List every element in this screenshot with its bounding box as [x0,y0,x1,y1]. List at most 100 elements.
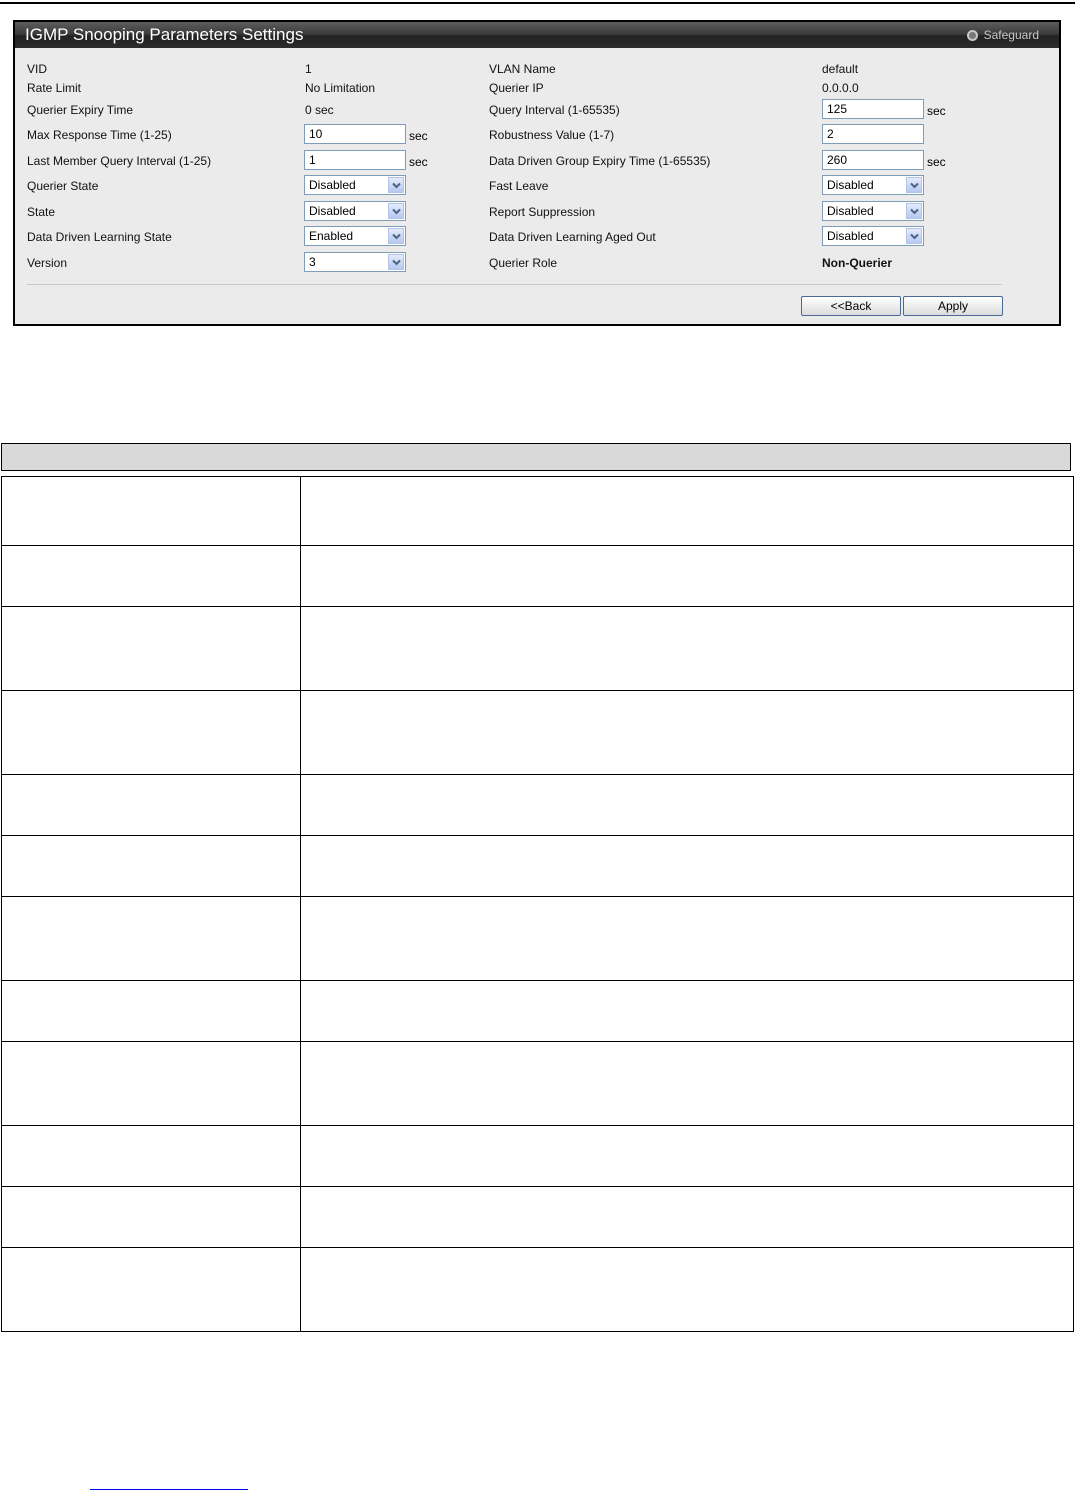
query-interval-unit: sec [927,104,946,118]
rate-limit-label: Rate Limit [27,81,82,95]
table-row [1,1041,1074,1126]
last-member-query-interval-input[interactable] [304,150,406,170]
querier-state-label: Querier State [27,179,99,193]
querier-ip-value: 0.0.0.0 [822,81,859,95]
last-member-query-interval-label: Last Member Query Interval (1-25) [27,154,212,168]
fast-leave-select[interactable]: Disabled [822,175,924,195]
table-cell-description [300,980,1074,1042]
table-row [1,606,1074,691]
igmp-snooping-parameters-panel: IGMP Snooping Parameters Settings Safegu… [13,20,1061,326]
table-cell-parameter [1,690,301,775]
table-cell-description [300,1186,1074,1248]
rate-limit-value: No Limitation [305,81,376,95]
back-button[interactable]: <<Back [801,296,901,316]
report-suppression-selected: Disabled [827,204,874,218]
description-table [1,476,1074,1332]
fast-leave-selected: Disabled [827,178,874,192]
table-row [1,835,1074,897]
chevron-down-icon[interactable] [388,254,404,270]
state-select[interactable]: Disabled [304,201,406,221]
data-driven-learning-aged-out-select[interactable]: Disabled [822,226,924,246]
report-suppression-select[interactable]: Disabled [822,201,924,221]
data-driven-group-expiry-time-input[interactable] [822,150,924,170]
querier-expiry-time-label: Querier Expiry Time [27,103,134,117]
table-cell-parameter [1,774,301,836]
robustness-value-input[interactable] [822,124,924,144]
table-cell-description [300,690,1074,775]
safeguard-indicator: Safeguard [966,28,1039,42]
data-driven-learning-aged-out-selected: Disabled [827,229,874,243]
table-cell-parameter [1,1125,301,1187]
vlan-name-value: default [822,62,859,76]
data-driven-learning-state-selected: Enabled [309,229,354,243]
vid-label: VID [27,62,48,76]
table-row [1,1247,1074,1332]
table-cell-description [300,835,1074,897]
version-selected: 3 [309,255,316,269]
table-row [1,1125,1074,1187]
table-row [1,896,1074,981]
panel-divider [27,284,1002,285]
apply-button[interactable]: Apply [903,296,1003,316]
table-cell-description [300,1041,1074,1126]
table-cell-parameter [1,1041,301,1126]
panel-header: IGMP Snooping Parameters Settings Safegu… [15,22,1059,48]
chevron-down-icon[interactable] [906,177,922,193]
data-driven-learning-state-select[interactable]: Enabled [304,226,406,246]
querier-role-value: Non-Querier [822,256,893,270]
report-suppression-label: Report Suppression [489,205,596,219]
querier-state-select[interactable]: Disabled [304,175,406,195]
querier-role-label: Querier Role [489,256,558,270]
table-row [1,545,1074,607]
state-label: State [27,205,56,219]
table-cell-description [300,1125,1074,1187]
table-cell-parameter [1,606,301,691]
version-label: Version [27,256,68,270]
querier-expiry-time-value: 0 sec [305,103,334,117]
last-member-query-interval-unit: sec [409,155,428,169]
table-cell-parameter [1,1247,301,1332]
version-select[interactable]: 3 [304,252,406,272]
table-cell-parameter [1,545,301,607]
query-interval-label: Query Interval (1-65535) [489,103,620,117]
table-cell-parameter [1,896,301,981]
table-cell-description [300,606,1074,691]
page-top-rule [0,2,1075,4]
querier-ip-label: Querier IP [489,81,544,95]
table-cell-parameter [1,1186,301,1248]
table-row [1,476,1074,546]
robustness-value-label: Robustness Value (1-7) [489,128,615,142]
chevron-down-icon[interactable] [906,228,922,244]
chevron-down-icon[interactable] [388,228,404,244]
vlan-name-label: VLAN Name [489,62,556,76]
footer-link-underline[interactable] [90,1489,248,1490]
safeguard-label: Safeguard [983,28,1039,42]
max-response-time-input[interactable] [304,124,406,144]
table-cell-parameter [1,980,301,1042]
vid-value: 1 [305,62,312,76]
chevron-down-icon[interactable] [388,177,404,193]
max-response-time-label: Max Response Time (1-25) [27,128,172,142]
table-row [1,1186,1074,1248]
table-cell-parameter [1,835,301,897]
querier-state-selected: Disabled [309,178,356,192]
chevron-down-icon[interactable] [906,203,922,219]
state-selected: Disabled [309,204,356,218]
circle-indicator-icon [966,29,978,41]
table-cell-description [300,545,1074,607]
chevron-down-icon[interactable] [388,203,404,219]
query-interval-input[interactable] [822,99,924,119]
table-row [1,774,1074,836]
table-cell-description [300,896,1074,981]
data-driven-learning-state-label: Data Driven Learning State [27,230,172,244]
data-driven-group-expiry-time-label: Data Driven Group Expiry Time (1-65535) [489,154,711,168]
fast-leave-label: Fast Leave [489,179,549,193]
table-cell-description [300,1247,1074,1332]
table-cell-parameter [1,476,301,546]
max-response-time-unit: sec [409,129,428,143]
table-row [1,980,1074,1042]
data-driven-learning-aged-out-label: Data Driven Learning Aged Out [489,230,656,244]
table-cell-description [300,476,1074,546]
panel-title: IGMP Snooping Parameters Settings [25,25,304,44]
table-row [1,690,1074,775]
